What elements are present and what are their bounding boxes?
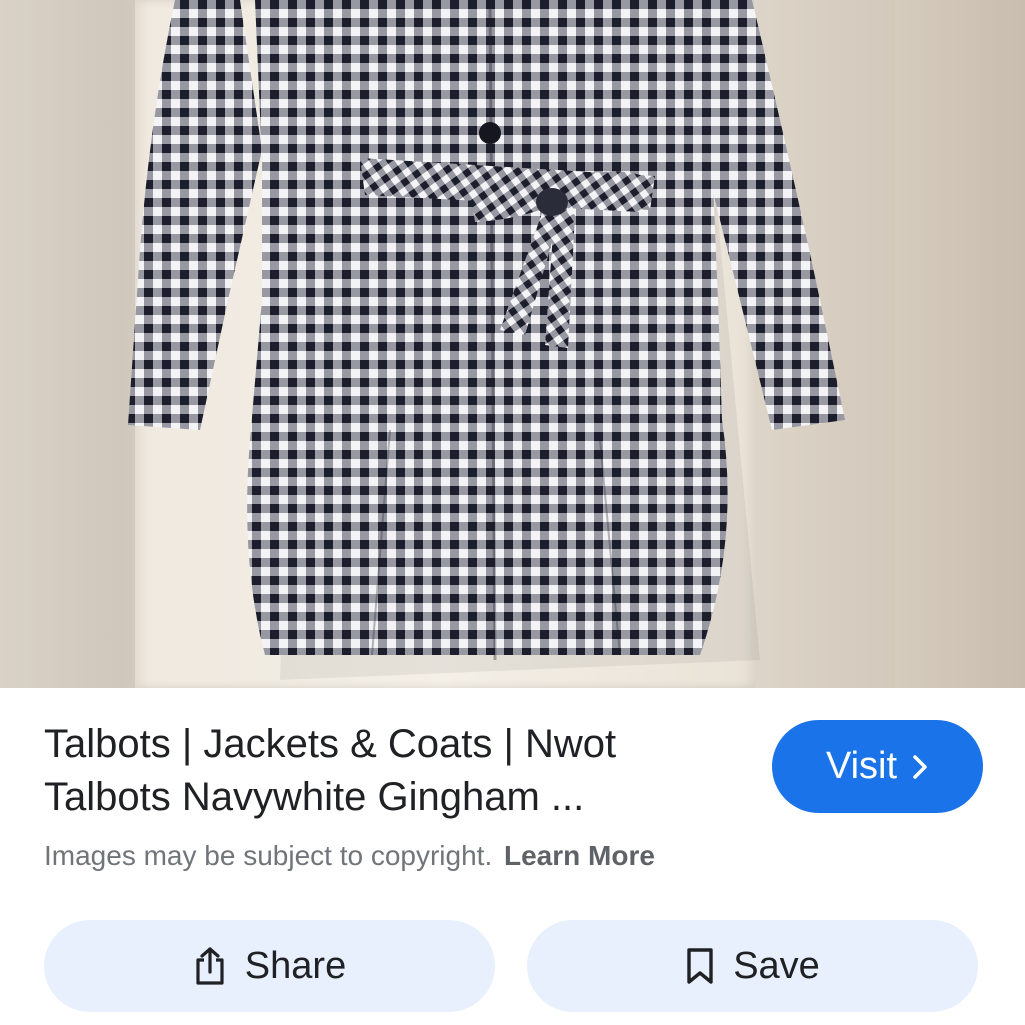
share-button[interactable]: Share — [44, 920, 495, 1012]
gingham-coat-illustration — [128, 0, 845, 680]
save-button[interactable]: Save — [527, 920, 978, 1012]
copyright-text: Images may be subject to copyright. — [44, 840, 493, 871]
visit-label: Visit — [825, 745, 898, 787]
save-label: Save — [733, 944, 820, 987]
learn-more-link[interactable]: Learn More — [504, 840, 655, 871]
product-image[interactable] — [0, 0, 1025, 688]
chevron-right-icon — [913, 754, 927, 779]
share-icon — [196, 947, 224, 985]
copyright-notice: Images may be subject to copyright. Lear… — [44, 838, 655, 874]
image-viewer: Talbots | Jackets & Coats | Nwot Talbots… — [0, 0, 1025, 1025]
visit-button[interactable]: Visit — [772, 720, 983, 813]
result-title[interactable]: Talbots | Jackets & Coats | Nwot Talbots… — [44, 718, 744, 824]
share-label: Share — [244, 944, 347, 987]
bookmark-icon — [687, 948, 713, 984]
